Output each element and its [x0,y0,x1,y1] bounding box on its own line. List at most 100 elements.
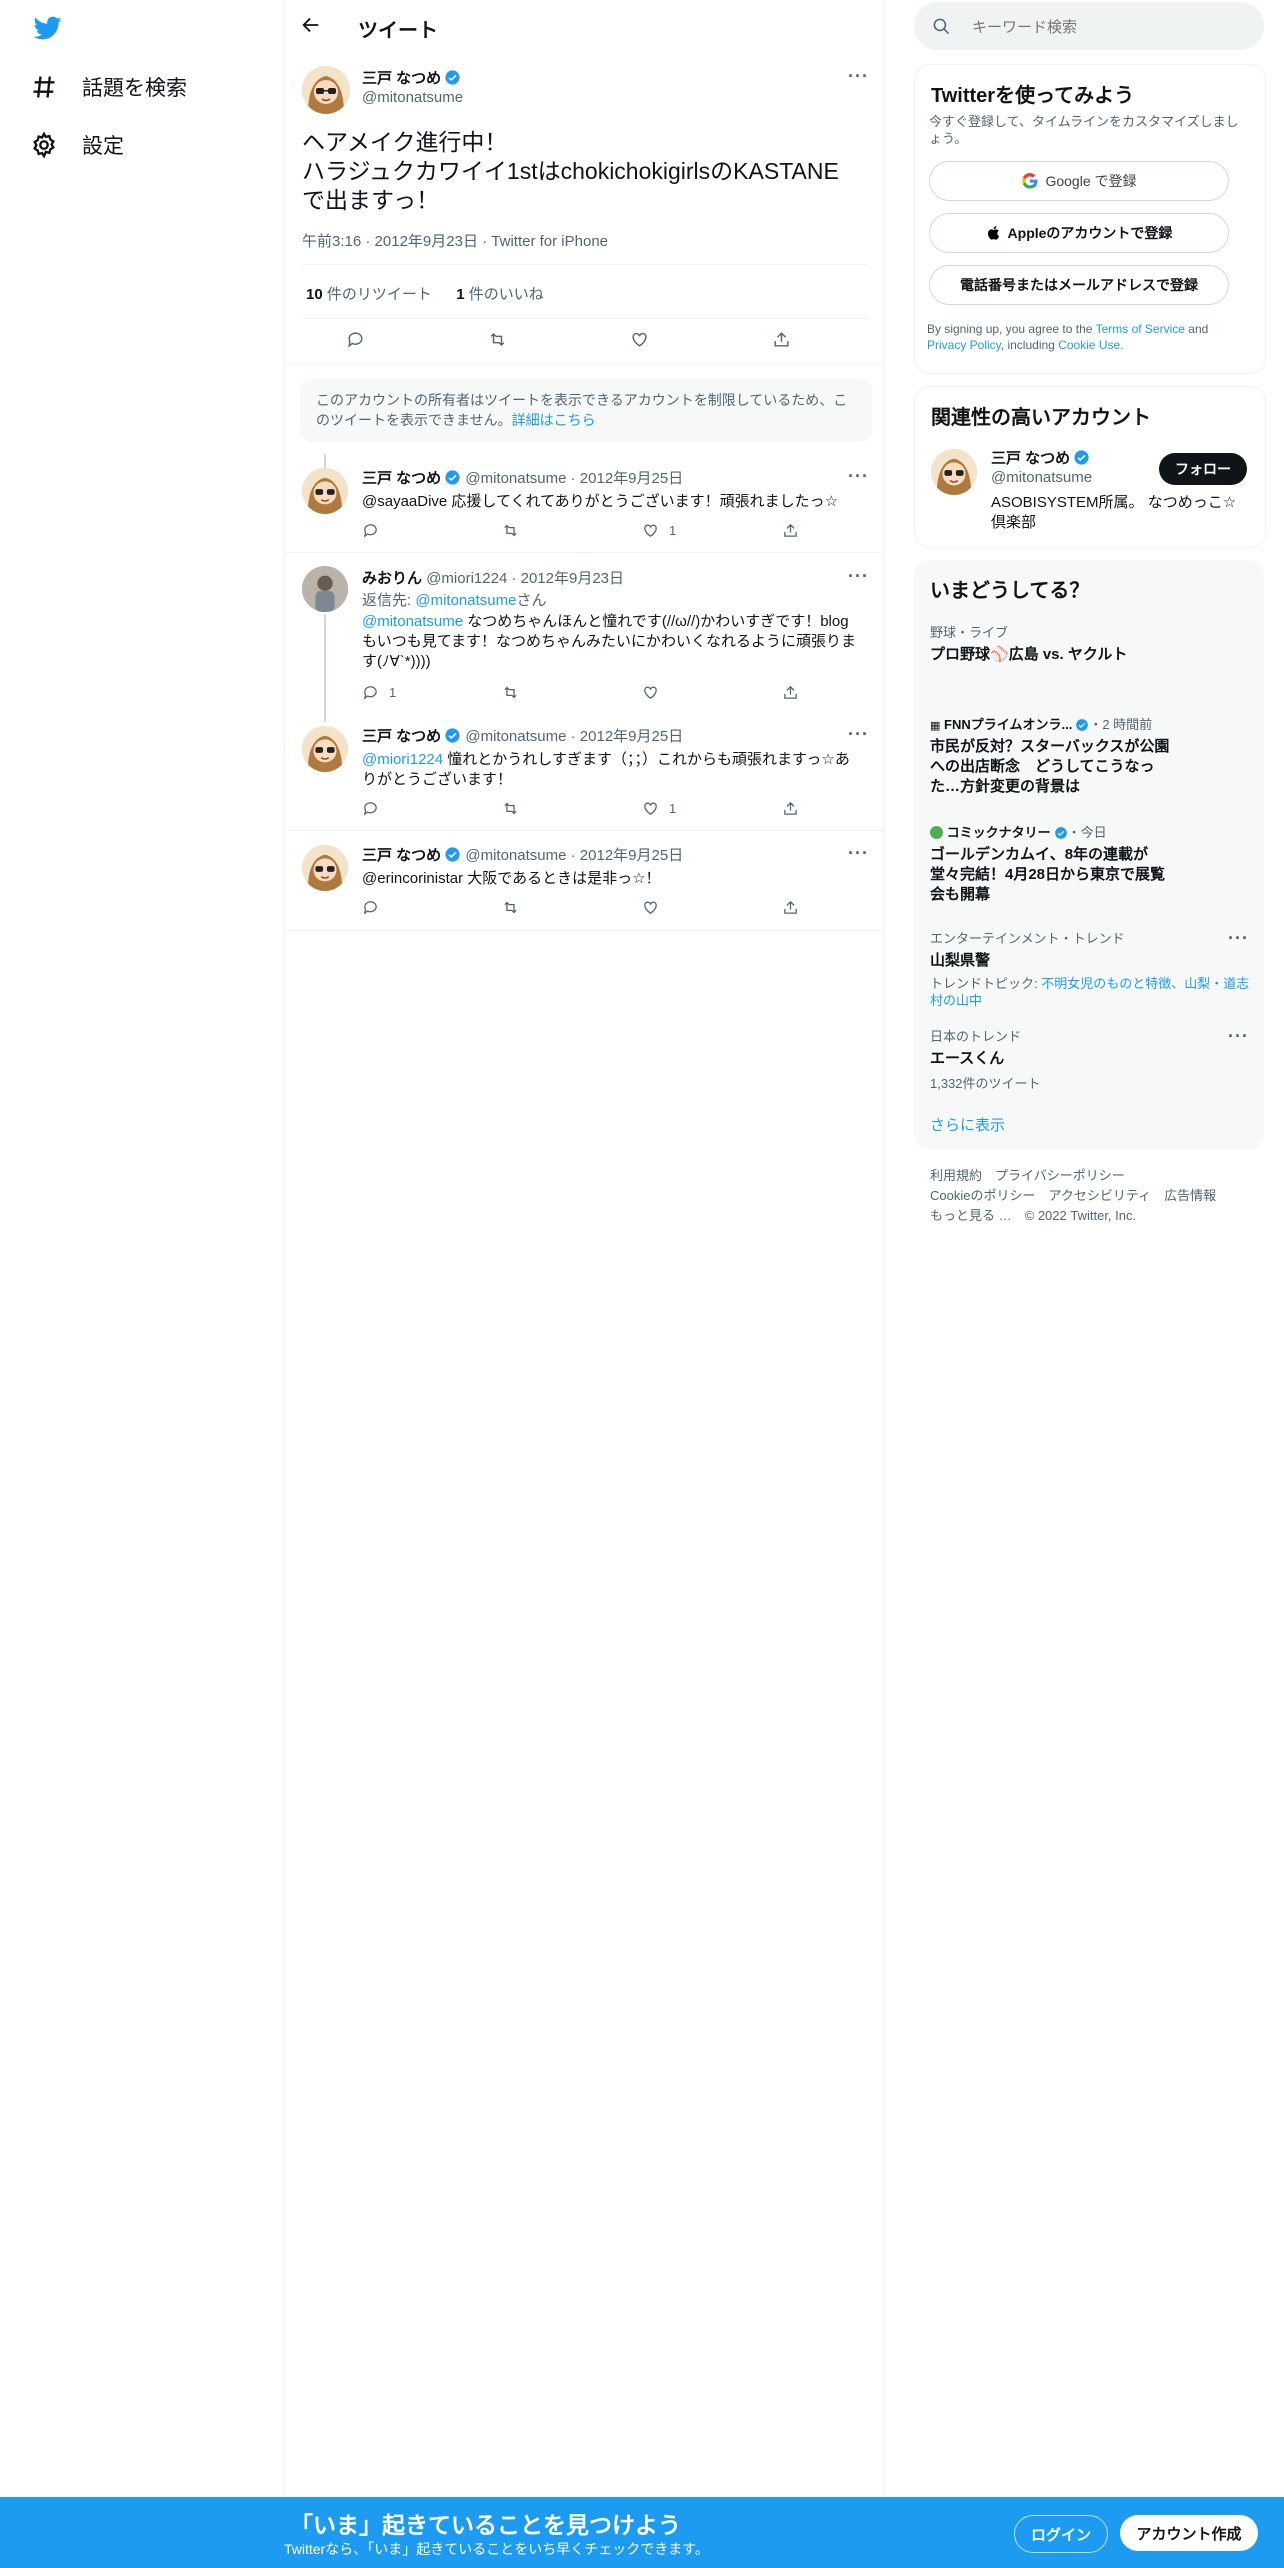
trend-item[interactable]: 野球・ライブ プロ野球⚾広島 vs. ヤクルト [930,622,1250,665]
tweet-text: ヘアメイク進行中！ ハラジュクカワイイ1stはchokichokigirlsのK… [302,128,862,215]
share-button[interactable] [782,899,922,916]
replying-to-link[interactable]: @mitonatsume [415,592,516,609]
author-handle[interactable]: @mitonatsume [362,89,463,106]
search-input[interactable] [970,14,1244,40]
learn-more-link[interactable]: 詳細はこちら [512,412,596,428]
reply-date[interactable]: 2012年9月25日 [580,728,683,745]
more-options-icon[interactable]: ··· [848,843,869,864]
trend-item[interactable]: コミックナタリー ・今日 ゴールデンカムイ、8年の連載が堂々完結！4月28日から東… [930,822,1170,905]
retweet-button[interactable] [502,684,642,701]
twitter-logo-icon[interactable] [32,14,64,47]
reply-author-handle[interactable]: @mitonatsume [465,847,566,864]
avatar[interactable] [302,66,350,114]
reply-date[interactable]: 2012年9月25日 [580,470,683,487]
tweet-date[interactable]: 2012年9月23日 [375,233,478,250]
terms-including: , including [1000,338,1055,352]
mention-link[interactable]: @mitonatsume [362,613,463,630]
avatar[interactable] [302,566,348,612]
cookie-link[interactable]: Cookie Use. [1058,338,1123,352]
author-name[interactable]: 三戸 なつめ [362,70,441,87]
footer-ads-link[interactable]: 広告情報 [1164,1188,1216,1203]
footer-accessibility-link[interactable]: アクセシビリティ [1048,1188,1151,1203]
footer-privacy-link[interactable]: プライバシーポリシー [995,1168,1125,1183]
reply-author-name[interactable]: 三戸 なつめ [362,470,441,487]
reply-button[interactable] [362,899,502,916]
more-options-icon[interactable]: ··· [848,566,869,587]
related-handle[interactable]: @mitonatsume [991,469,1092,486]
reply-icon[interactable] [346,330,365,349]
tweet-source[interactable]: Twitter for iPhone [491,233,608,250]
nav-settings[interactable]: 設定 [30,130,124,160]
avatar[interactable] [931,449,977,495]
reply-button[interactable] [362,522,502,539]
reply-date[interactable]: 2012年9月25日 [580,847,683,864]
retweet-button[interactable] [502,800,642,817]
more-options-icon[interactable]: ··· [848,466,869,487]
terms-link[interactable]: Terms of Service [1096,322,1185,336]
trend-item[interactable]: ▦ FNNプライムオンラ... ・2 時間前 市民が反対？スターバックスが公園への… [930,714,1170,797]
retweet-icon [504,802,517,815]
related-name[interactable]: 三戸 なつめ [991,450,1070,467]
reply-author-handle[interactable]: @mitonatsume [465,728,566,745]
search-box[interactable] [914,2,1264,50]
nav-explore[interactable]: 話題を検索 [30,72,187,102]
like-icon[interactable] [630,330,649,349]
avatar[interactable] [302,726,348,772]
verified-badge-icon [1054,827,1067,839]
share-button[interactable] [782,684,922,701]
banner-subtitle: Twitterなら、「いま」起きていることをいち早くチェックできます。 [284,2541,709,2557]
login-button[interactable]: ログイン [1014,2515,1108,2553]
trend-item[interactable]: 日本のトレンド エースくん 1,332件のツイート [930,1026,1250,1092]
replying-to: 返信先: @mitonatsumeさん [362,591,862,611]
reply-author-handle[interactable]: @miori1224 [426,570,507,587]
restricted-notice: このアカウントの所有者はツイートを表示できるアカウントを制限しているため、このツ… [300,378,872,442]
back-arrow-icon[interactable] [300,14,322,41]
mention-link[interactable]: @miori1224 [362,751,443,768]
more-options-icon[interactable]: ··· [848,724,869,745]
like-button[interactable]: 1 [642,522,782,539]
reply-text: @mitonatsume なつめちゃんほんと憧れです(//ω//)かわいすぎです… [362,612,862,672]
footer-terms-link[interactable]: 利用規約 [930,1168,982,1183]
like-button[interactable] [642,899,782,916]
left-navigation: 話題を検索 設定 [0,0,284,2500]
verified-badge-icon [1074,450,1089,465]
create-account-button[interactable]: アカウント作成 [1120,2515,1258,2551]
more-options-icon[interactable]: ··· [848,66,869,87]
email-signup-button[interactable]: 電話番号またはメールアドレスで登録 [929,265,1229,305]
like-button[interactable] [642,684,782,701]
tweet-time[interactable]: 午前3:16 [302,233,361,250]
avatar[interactable] [302,468,348,514]
retweet-button[interactable] [502,899,642,916]
more-options-icon[interactable]: ··· [1228,1026,1249,1047]
apple-signup-button[interactable]: Appleのアカウントで登録 [929,213,1229,253]
share-icon[interactable] [772,330,791,349]
like-stat[interactable]: 1 件のいいね [456,286,544,303]
follow-button[interactable]: フォロー [1159,453,1247,485]
reply-button[interactable] [362,800,502,817]
like-button[interactable]: 1 [642,800,782,817]
reply-author-name[interactable]: 三戸 なつめ [362,847,441,864]
retweet-icon[interactable] [488,330,507,349]
share-button[interactable] [782,522,922,539]
trend-item[interactable]: エンターテインメント・トレンド 山梨県警 トレンドトピック: 不明女児のものと特… [930,928,1250,1009]
reply-author-handle[interactable]: @mitonatsume [465,470,566,487]
show-more-link[interactable]: さらに表示 [930,1114,1005,1135]
retweet-button[interactable] [502,522,642,539]
footer-cookie-link[interactable]: Cookieのポリシー [930,1188,1035,1203]
google-signup-button[interactable]: Google で登録 [929,161,1229,201]
privacy-link[interactable]: Privacy Policy [927,338,1001,352]
news-source-icon [930,826,943,839]
retweet-stat[interactable]: 10 件のリツイート [306,286,432,303]
reply-author-name[interactable]: みおりん [362,570,422,587]
reply-button[interactable]: 1 [362,684,502,701]
reply-icon [363,686,377,700]
reply-author-name[interactable]: 三戸 なつめ [362,728,441,745]
avatar[interactable] [302,845,348,891]
terms-prefix: By signing up, you agree to the [927,322,1093,336]
footer-more-link[interactable]: もっと見る … [930,1208,1012,1223]
share-button[interactable] [782,800,922,817]
tweet-text-line: で出ますっ！ [302,187,440,213]
more-options-icon[interactable]: ··· [1228,928,1249,949]
reply-date[interactable]: 2012年9月23日 [521,570,624,587]
terms-text: By signing up, you agree to the Terms of… [927,321,1245,353]
